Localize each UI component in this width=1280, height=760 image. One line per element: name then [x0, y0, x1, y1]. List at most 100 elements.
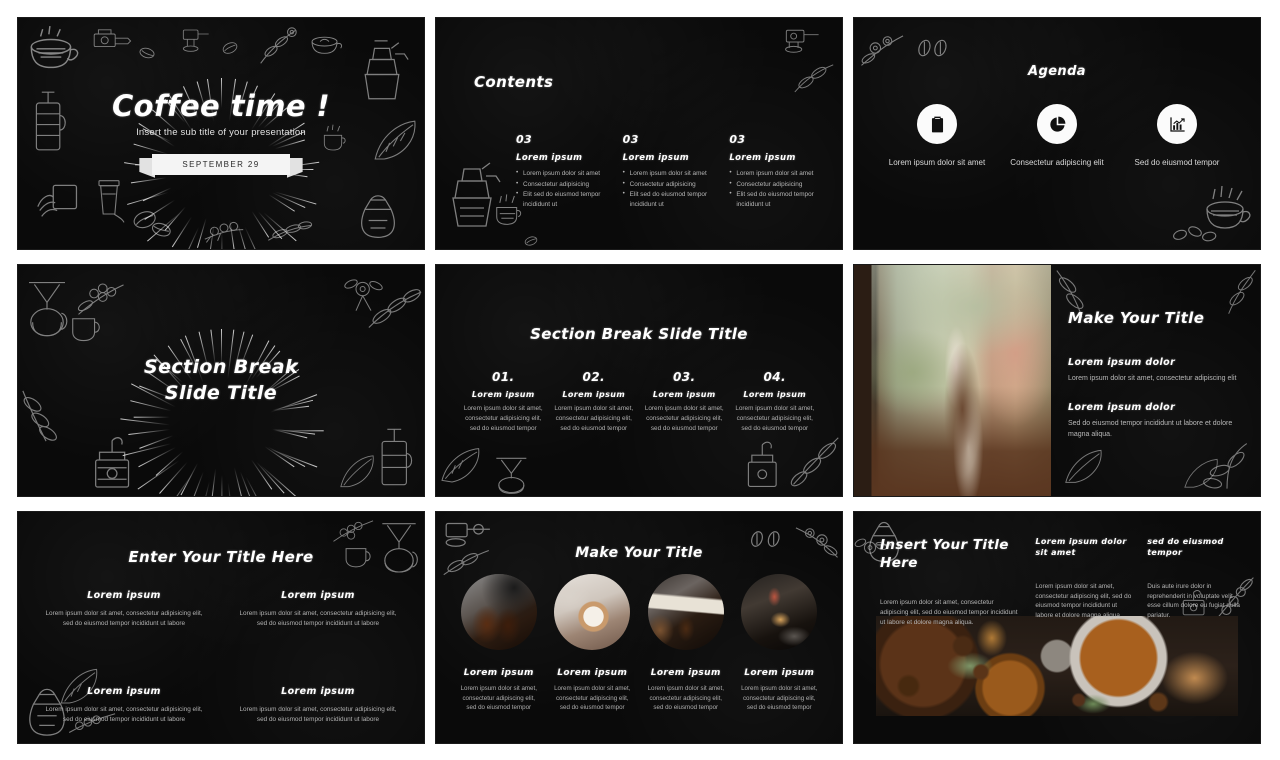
section-column: 02. Lorem ipsum Lorem ipsum dolor sit am…: [553, 370, 636, 434]
page-title: Section Break Slide Title: [530, 325, 748, 343]
column-heading: Lorem ipsum: [557, 668, 628, 678]
slide-thumbnail-contents[interactable]: Contents 03 Lorem ipsum Lorem ipsum dolo…: [435, 17, 843, 250]
title-block: Coffee time ! Insert the sub title of yo…: [18, 18, 424, 249]
pie-chart-icon: [1037, 104, 1077, 144]
column-text: Duis aute irure dolor in reprehenderit i…: [1147, 582, 1240, 620]
page-title: Coffee time !: [111, 89, 331, 124]
block-text: Lorem ipsum dolor sit amet, consectetur …: [239, 610, 397, 628]
page-title: Section Break Slide Title: [144, 355, 298, 405]
agenda-item[interactable]: Consectetur adipiscing elit: [1002, 104, 1112, 169]
list-item: Elit sed do eiusmod tempor incididunt ut: [729, 189, 820, 209]
photo-column: Lorem ipsum Lorem ipsum dolor sit amet, …: [645, 574, 727, 713]
page-title: Contents: [474, 73, 554, 91]
page-title: Make Your Title: [1068, 309, 1205, 327]
text-blocks-grid: Lorem ipsum Lorem ipsum dolor sit amet, …: [44, 590, 398, 725]
column-text: Lorem ipsum dolor sit amet, consectetur …: [463, 405, 543, 432]
bar-chart-growth-icon: [1157, 104, 1197, 144]
page-title: Insert Your Title Here: [880, 537, 1009, 571]
column-photo: [741, 574, 818, 650]
slide-thumbnail-four-text-blocks[interactable]: Enter Your Title Here Lorem ipsum Lorem …: [17, 511, 425, 744]
slide-thumbnail-four-photo-columns[interactable]: Make Your Title Lorem ipsum Lorem ipsum …: [435, 511, 843, 744]
column-number: 03: [622, 133, 639, 146]
coffee-leaf-branch-doodle: [790, 437, 839, 487]
column-heading: sed do eiusmod tempor: [1147, 537, 1224, 557]
agenda-items: Lorem ipsum dolor sit amet Consectetur a…: [882, 104, 1232, 169]
espresso-tamper-doodle: [785, 29, 819, 53]
contents-column: 03 Lorem ipsum Lorem ipsum dolor sit ame…: [729, 133, 820, 210]
agenda-item-caption: Sed do eiusmod tempor: [1134, 158, 1220, 167]
text-column: Lorem ipsum dolor sit amet Lorem ipsum d…: [1035, 537, 1132, 628]
column-number: 04.: [763, 370, 786, 384]
column-subtitle: Lorem ipsum: [622, 153, 690, 163]
column-number: 03.: [673, 370, 696, 384]
hand-grinder-doodle: [747, 441, 777, 487]
espresso-shot-photo: [741, 574, 818, 650]
coffee-beans-pair-doodle: [918, 39, 947, 57]
column-number: 03: [516, 133, 533, 146]
list-item: Elit sed do eiusmod tempor incididunt ut: [623, 189, 714, 209]
column-heading: Lorem ipsum dolor sit amet: [1035, 537, 1127, 557]
espresso-machine-photo: [460, 574, 537, 650]
slide-thumbnail-title-columns-image[interactable]: Insert Your Title Here Lorem ipsum dolor…: [853, 511, 1261, 744]
agenda-item[interactable]: Sed do eiusmod tempor: [1122, 104, 1232, 169]
column-subtitle: Lorem ipsum: [652, 390, 716, 399]
contents-column: 03 Lorem ipsum Lorem ipsum dolor sit ame…: [516, 133, 607, 210]
page-title: Agenda: [1028, 64, 1086, 79]
slide-thumbnail-section-break-columns[interactable]: Section Break Slide Title 01. Lorem ipsu…: [435, 264, 843, 497]
text-column: sed do eiusmod tempor Duis aute irure do…: [1147, 537, 1244, 628]
column-text: Lorem ipsum dolor sit amet, consectetur …: [554, 685, 631, 712]
date-badge: SEPTEMBER 29: [152, 153, 290, 175]
list-item: Lorem ipsum dolor sit amet: [516, 168, 607, 179]
slide-thumbnail-photo-text[interactable]: Make Your Title Lorem ipsum dolor Lorem …: [853, 264, 1261, 497]
column-heading: Lorem ipsum: [744, 668, 815, 678]
text-block: Lorem ipsum Lorem ipsum dolor sit amet, …: [238, 590, 398, 630]
wide-feature-photo: [876, 616, 1238, 716]
page-title-line-2: Slide Title: [164, 381, 278, 404]
section-title-block: Section Break Slide Title: [18, 265, 424, 496]
text-block: Lorem ipsum Lorem ipsum dolor sit amet, …: [44, 590, 204, 630]
column-subtitle: Lorem ipsum: [471, 390, 535, 399]
photo-column: Lorem ipsum Lorem ipsum dolor sit amet, …: [552, 574, 634, 713]
content-columns: Insert Your Title Here Lorem ipsum dolor…: [880, 537, 1244, 628]
column-subtitle: Lorem ipsum: [516, 153, 583, 163]
list-item: Consectetur adipisicing: [623, 179, 714, 190]
page-title: Make Your Title: [575, 545, 703, 561]
column-subtitle: Lorem ipsum: [562, 390, 626, 399]
list-item: Consectetur adipisicing: [516, 179, 607, 190]
text-block: Lorem ipsum Lorem ipsum dolor sit amet, …: [44, 686, 204, 726]
column-text: Lorem ipsum dolor sit amet, consectetur …: [735, 405, 815, 432]
column-photo: [554, 574, 631, 650]
text-block: Lorem ipsum Lorem ipsum dolor sit amet, …: [238, 686, 398, 726]
column-heading: Lorem ipsum: [463, 668, 534, 678]
slide-thumbnail-section-break[interactable]: Section Break Slide Title: [17, 264, 425, 497]
title-column: Insert Your Title Here Lorem ipsum dolor…: [880, 537, 1020, 628]
slide-thumbnail-title[interactable]: Coffee time ! Insert the sub title of yo…: [17, 17, 425, 250]
block-text: Lorem ipsum dolor sit amet, consectetur …: [239, 705, 397, 723]
window-coffee-photo: [854, 265, 1051, 496]
agenda-item[interactable]: Lorem ipsum dolor sit amet: [882, 104, 992, 169]
section-columns: 01. Lorem ipsum Lorem ipsum dolor sit am…: [462, 370, 816, 434]
slide-thumbnail-agenda[interactable]: Agenda Lorem ipsum dolor sit amet Consec…: [853, 17, 1261, 250]
column-number: 03: [729, 133, 746, 146]
list-item: Lorem ipsum dolor sit amet: [729, 168, 820, 179]
moka-pot-doodle: [452, 162, 501, 227]
block-heading: Lorem ipsum: [87, 590, 161, 601]
steam-cup-doodle: [1206, 185, 1251, 229]
list-item: Consectetur adipisicing: [729, 179, 820, 190]
page-title: Enter Your Title Here: [128, 548, 314, 566]
contents-columns: 03 Lorem ipsum Lorem ipsum dolor sit ame…: [516, 133, 820, 210]
leaf-doodle: [441, 448, 480, 483]
bullet-list: Lorem ipsum dolor sit amet Consectetur a…: [729, 168, 820, 209]
section-column: 03. Lorem ipsum Lorem ipsum dolor sit am…: [643, 370, 726, 434]
lead-text: Lorem ipsum dolor sit amet, consectetur …: [880, 599, 1018, 626]
block-heading: Lorem ipsum dolor: [1068, 401, 1176, 413]
leaf-branch-doodle: [794, 64, 834, 93]
coffee-beans-scatter-doodle: [1173, 226, 1217, 242]
contents-column: 03 Lorem ipsum Lorem ipsum dolor sit ame…: [623, 133, 714, 210]
agenda-item-caption: Consectetur adipiscing elit: [1010, 158, 1104, 167]
leaf-doodle: [1184, 458, 1218, 488]
text-block: Lorem ipsum dolor Lorem ipsum dolor sit …: [1068, 357, 1246, 385]
column-number: 01.: [492, 370, 515, 384]
pourover-brewer-doodle: [382, 523, 418, 573]
agenda-item-caption: Lorem ipsum dolor sit amet: [888, 158, 986, 167]
